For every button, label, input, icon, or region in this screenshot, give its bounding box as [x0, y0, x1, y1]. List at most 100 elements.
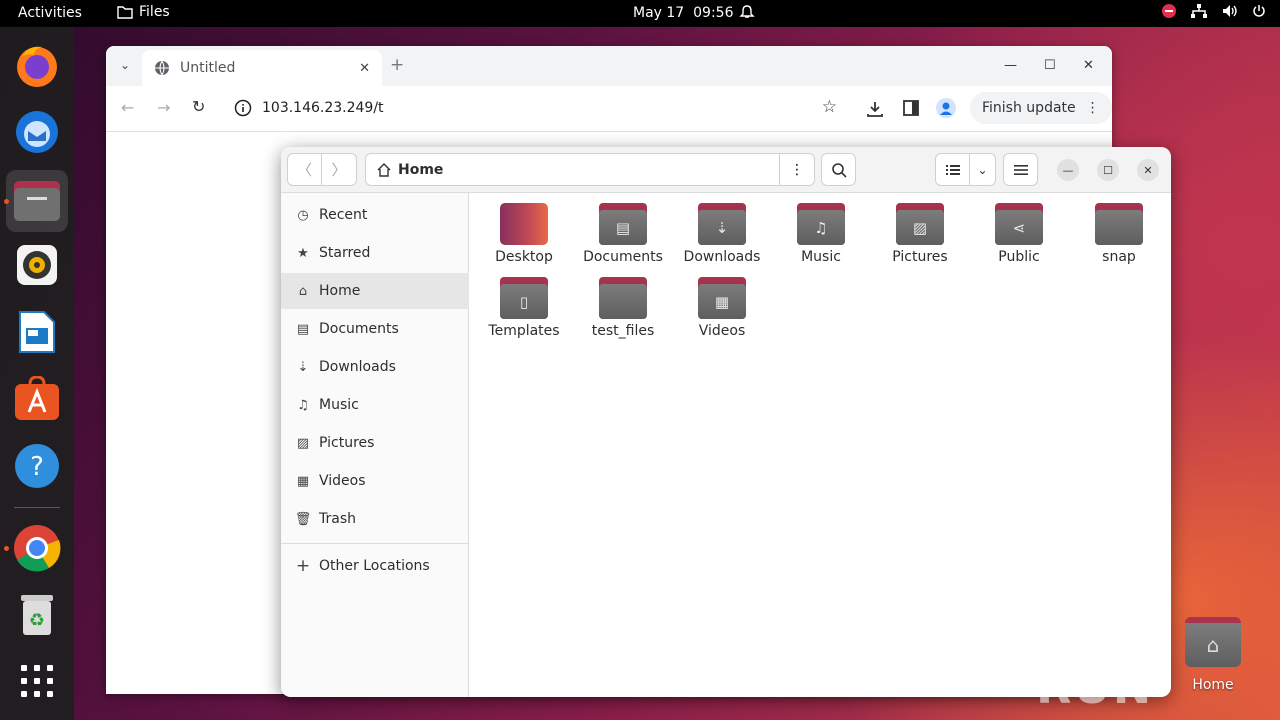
folder-label: Documents: [583, 249, 663, 265]
side-panel-icon[interactable]: [903, 100, 919, 116]
folder-label: Videos: [698, 323, 746, 339]
new-tab-button[interactable]: +: [390, 55, 404, 75]
minimize-button[interactable]: —: [1057, 159, 1079, 181]
view-options-button[interactable]: ⌄: [969, 153, 996, 186]
folder-label: Pictures: [892, 249, 948, 265]
search-button[interactable]: [821, 153, 856, 186]
sidebar-item-pictures[interactable]: ▨ Pictures: [281, 425, 469, 461]
finish-update-label: Finish update: [982, 100, 1076, 116]
video-icon: ▦: [296, 473, 310, 489]
svg-text:?: ?: [30, 452, 44, 482]
tab-title: Untitled: [180, 60, 236, 76]
sidebar-item-videos[interactable]: ▦ Videos: [281, 463, 469, 499]
trash-icon: 🗑: [294, 511, 312, 527]
app-menu[interactable]: Files: [117, 4, 170, 20]
main-menu-button[interactable]: [1003, 153, 1038, 186]
profile-avatar-icon[interactable]: [936, 98, 956, 118]
more-menu-icon: ⋮: [1085, 100, 1100, 116]
list-view-button[interactable]: [935, 153, 970, 186]
sidebar-item-documents[interactable]: ▤ Documents: [281, 311, 469, 347]
chevron-down-icon: ⌄: [977, 162, 988, 177]
videos-folder-icon: ▦: [698, 277, 746, 319]
path-bar[interactable]: Home ⋮: [365, 153, 815, 186]
clock[interactable]: May 17 09:56: [633, 5, 733, 21]
close-tab-icon[interactable]: ✕: [359, 61, 370, 76]
notification-bell-icon[interactable]: [739, 4, 755, 24]
power-icon[interactable]: [1252, 4, 1266, 18]
back-arrow-icon: 〈: [296, 161, 312, 179]
star-icon: ★: [297, 245, 309, 261]
tab-search-chevron-icon[interactable]: ⌄: [120, 58, 130, 72]
folder-label: Music: [801, 249, 841, 265]
volume-icon[interactable]: [1222, 4, 1238, 18]
pictures-folder-icon: ▨: [896, 203, 944, 245]
sidebar-item-label: Starred: [319, 245, 371, 261]
apps-grid-icon[interactable]: [13, 657, 61, 705]
sidebar-item-starred[interactable]: ★ Starred: [281, 235, 469, 271]
search-icon: [831, 162, 847, 178]
sidebar-item-recent[interactable]: ◷ Recent: [281, 197, 469, 233]
rhythmbox-icon[interactable]: [13, 241, 61, 289]
back-icon[interactable]: ←: [121, 98, 134, 117]
do-not-disturb-icon[interactable]: [1162, 4, 1176, 18]
path-home-label: Home: [398, 161, 444, 178]
network-icon[interactable]: [1190, 4, 1208, 18]
maximize-button[interactable]: ☐: [1044, 58, 1056, 73]
folder-item-pictures[interactable]: ▨ Pictures: [872, 203, 968, 265]
browser-tab[interactable]: Untitled ✕: [142, 50, 382, 86]
folder-item-templates[interactable]: ▯ Templates: [476, 277, 572, 339]
system-tray[interactable]: [1162, 4, 1266, 18]
folder-icon: [117, 6, 133, 19]
back-button[interactable]: 〈: [287, 153, 322, 186]
sidebar-item-label: Other Locations: [319, 558, 430, 574]
finish-update-button[interactable]: Finish update ⋮: [970, 92, 1112, 124]
watermark: ANY RUN: [1036, 606, 1154, 714]
folder-item-documents[interactable]: ▤ Documents: [575, 203, 671, 265]
hamburger-menu-icon: [1013, 164, 1028, 175]
header-bar: 〈 〉 Home ⋮ ⌄ — ☐ ✕: [281, 147, 1171, 193]
folder-item-public[interactable]: ⋖ Public: [971, 203, 1067, 265]
activities-button[interactable]: Activities: [18, 5, 82, 21]
reload-icon[interactable]: ↻: [192, 97, 205, 116]
list-view-icon: [945, 164, 960, 175]
app-center-icon[interactable]: [13, 374, 61, 422]
address-bar[interactable]: 103.146.23.249/t ☆: [226, 92, 851, 124]
maximize-button[interactable]: ☐: [1097, 159, 1119, 181]
trash-icon[interactable]: ♻: [13, 591, 61, 639]
folder-item-downloads[interactable]: ⇣ Downloads: [674, 203, 770, 265]
folder-item-snap[interactable]: snap: [1071, 203, 1167, 265]
sidebar-item-trash[interactable]: 🗑 Trash: [281, 501, 469, 537]
sidebar-item-downloads[interactable]: ⇣ Downloads: [281, 349, 469, 385]
sidebar-item-other-locations[interactable]: + Other Locations: [281, 548, 469, 584]
files-icon[interactable]: [6, 170, 68, 232]
close-button[interactable]: ✕: [1083, 58, 1094, 73]
desktop-home-shortcut[interactable]: ⌂ Home: [1184, 617, 1242, 693]
folder-item-desktop[interactable]: Desktop: [476, 203, 572, 265]
site-info-icon[interactable]: [234, 99, 252, 117]
sidebar-item-music[interactable]: ♫ Music: [281, 387, 469, 423]
sidebar-item-label: Trash: [319, 511, 356, 527]
running-indicator: [4, 199, 9, 204]
folder-label: Desktop: [495, 249, 553, 265]
close-button[interactable]: ✕: [1137, 159, 1159, 181]
forward-button[interactable]: 〉: [321, 153, 357, 186]
folder-label: snap: [1102, 249, 1136, 265]
help-icon[interactable]: ?: [13, 442, 61, 490]
sidebar-item-home[interactable]: ⌂ Home: [281, 273, 469, 309]
downloads-icon[interactable]: [866, 100, 884, 118]
libreoffice-writer-icon[interactable]: [13, 308, 61, 356]
thunderbird-icon[interactable]: [13, 108, 61, 156]
folder-item-videos[interactable]: ▦ Videos: [674, 277, 770, 339]
folder-item-test-files[interactable]: test_files: [575, 277, 671, 339]
folder-item-music[interactable]: ♫ Music: [773, 203, 869, 265]
home-icon: [377, 162, 391, 177]
path-menu-icon[interactable]: ⋮: [779, 154, 814, 185]
app-name: Files: [139, 4, 170, 20]
chrome-icon[interactable]: [13, 524, 61, 572]
firefox-icon[interactable]: [13, 42, 61, 90]
forward-icon[interactable]: →: [157, 98, 170, 117]
bookmark-star-icon[interactable]: ☆: [822, 97, 837, 117]
clock-icon: ◷: [297, 207, 309, 223]
minimize-button[interactable]: —: [1004, 58, 1017, 73]
music-folder-icon: ♫: [797, 203, 845, 245]
